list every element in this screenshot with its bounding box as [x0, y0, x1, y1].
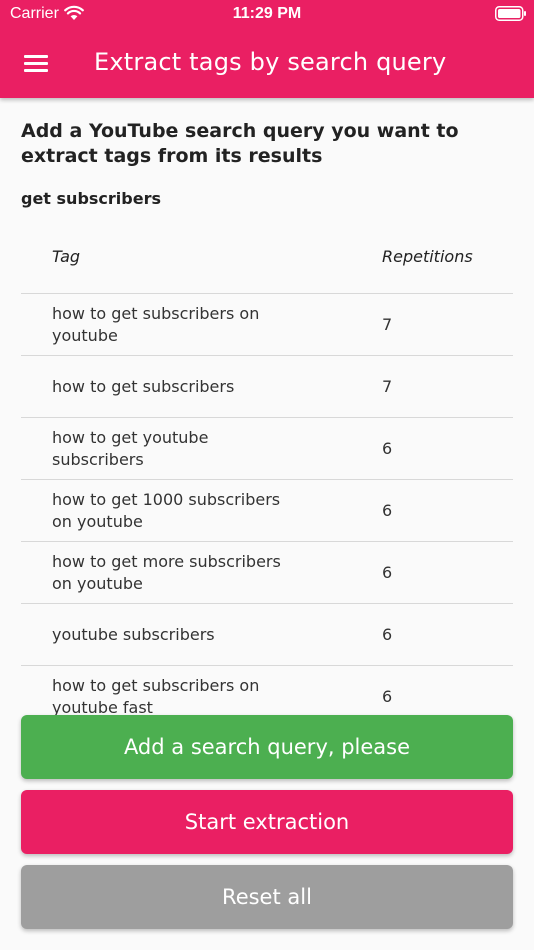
- status-bar: Carrier 11:29 PM: [0, 0, 534, 28]
- battery-icon: [495, 6, 526, 21]
- tag-cell: how to get subscribers: [52, 376, 235, 396]
- instruction-text: Add a YouTube search query you want to e…: [21, 120, 459, 167]
- column-header-repetitions: Repetitions: [382, 247, 473, 266]
- tag-cell: how to get more subscribers on youtube: [52, 551, 281, 593]
- table-row: how to get youtube subscribers 6: [21, 418, 513, 480]
- repetitions-cell: 6: [382, 625, 393, 644]
- table-row: how to get subscribers on youtube 7: [21, 294, 513, 356]
- table-row: how to get subscribers 7: [21, 356, 513, 418]
- repetitions-cell: 7: [382, 377, 393, 396]
- column-header-tag: Tag: [52, 247, 81, 266]
- repetitions-cell: 7: [382, 315, 393, 334]
- app-bar: Extract tags by search query: [0, 28, 534, 98]
- menu-button[interactable]: [16, 46, 56, 80]
- repetitions-cell: 6: [382, 439, 393, 458]
- table-row: how to get more subscribers on youtube 6: [21, 542, 513, 604]
- start-extraction-button[interactable]: Start extraction: [21, 790, 513, 854]
- table-row: youtube subscribers 6: [21, 604, 513, 666]
- table-row: how to get 1000 subscribers on youtube 6: [21, 480, 513, 542]
- tags-table: Tag Repetitions how to get subscribers o…: [21, 227, 513, 728]
- repetitions-cell: 6: [382, 563, 393, 582]
- repetitions-cell: 6: [382, 501, 393, 520]
- app-header: Carrier 11:29 PM Extract tags by search …: [0, 0, 534, 98]
- page-title: Extract tags by search query: [94, 48, 447, 76]
- tag-cell: how to get youtube subscribers: [52, 427, 209, 469]
- reset-all-button[interactable]: Reset all: [21, 865, 513, 929]
- table-header: Tag Repetitions: [21, 227, 513, 294]
- menu-icon: [24, 55, 48, 73]
- tag-cell: how to get subscribers on youtube: [52, 303, 260, 345]
- clock: 11:29 PM: [232, 5, 302, 22]
- add-search-query-button[interactable]: Add a search query, please: [21, 715, 513, 779]
- tag-cell: youtube subscribers: [52, 624, 215, 644]
- search-query-value: get subscribers: [21, 189, 161, 208]
- tag-cell: how to get 1000 subscribers on youtube: [52, 489, 281, 531]
